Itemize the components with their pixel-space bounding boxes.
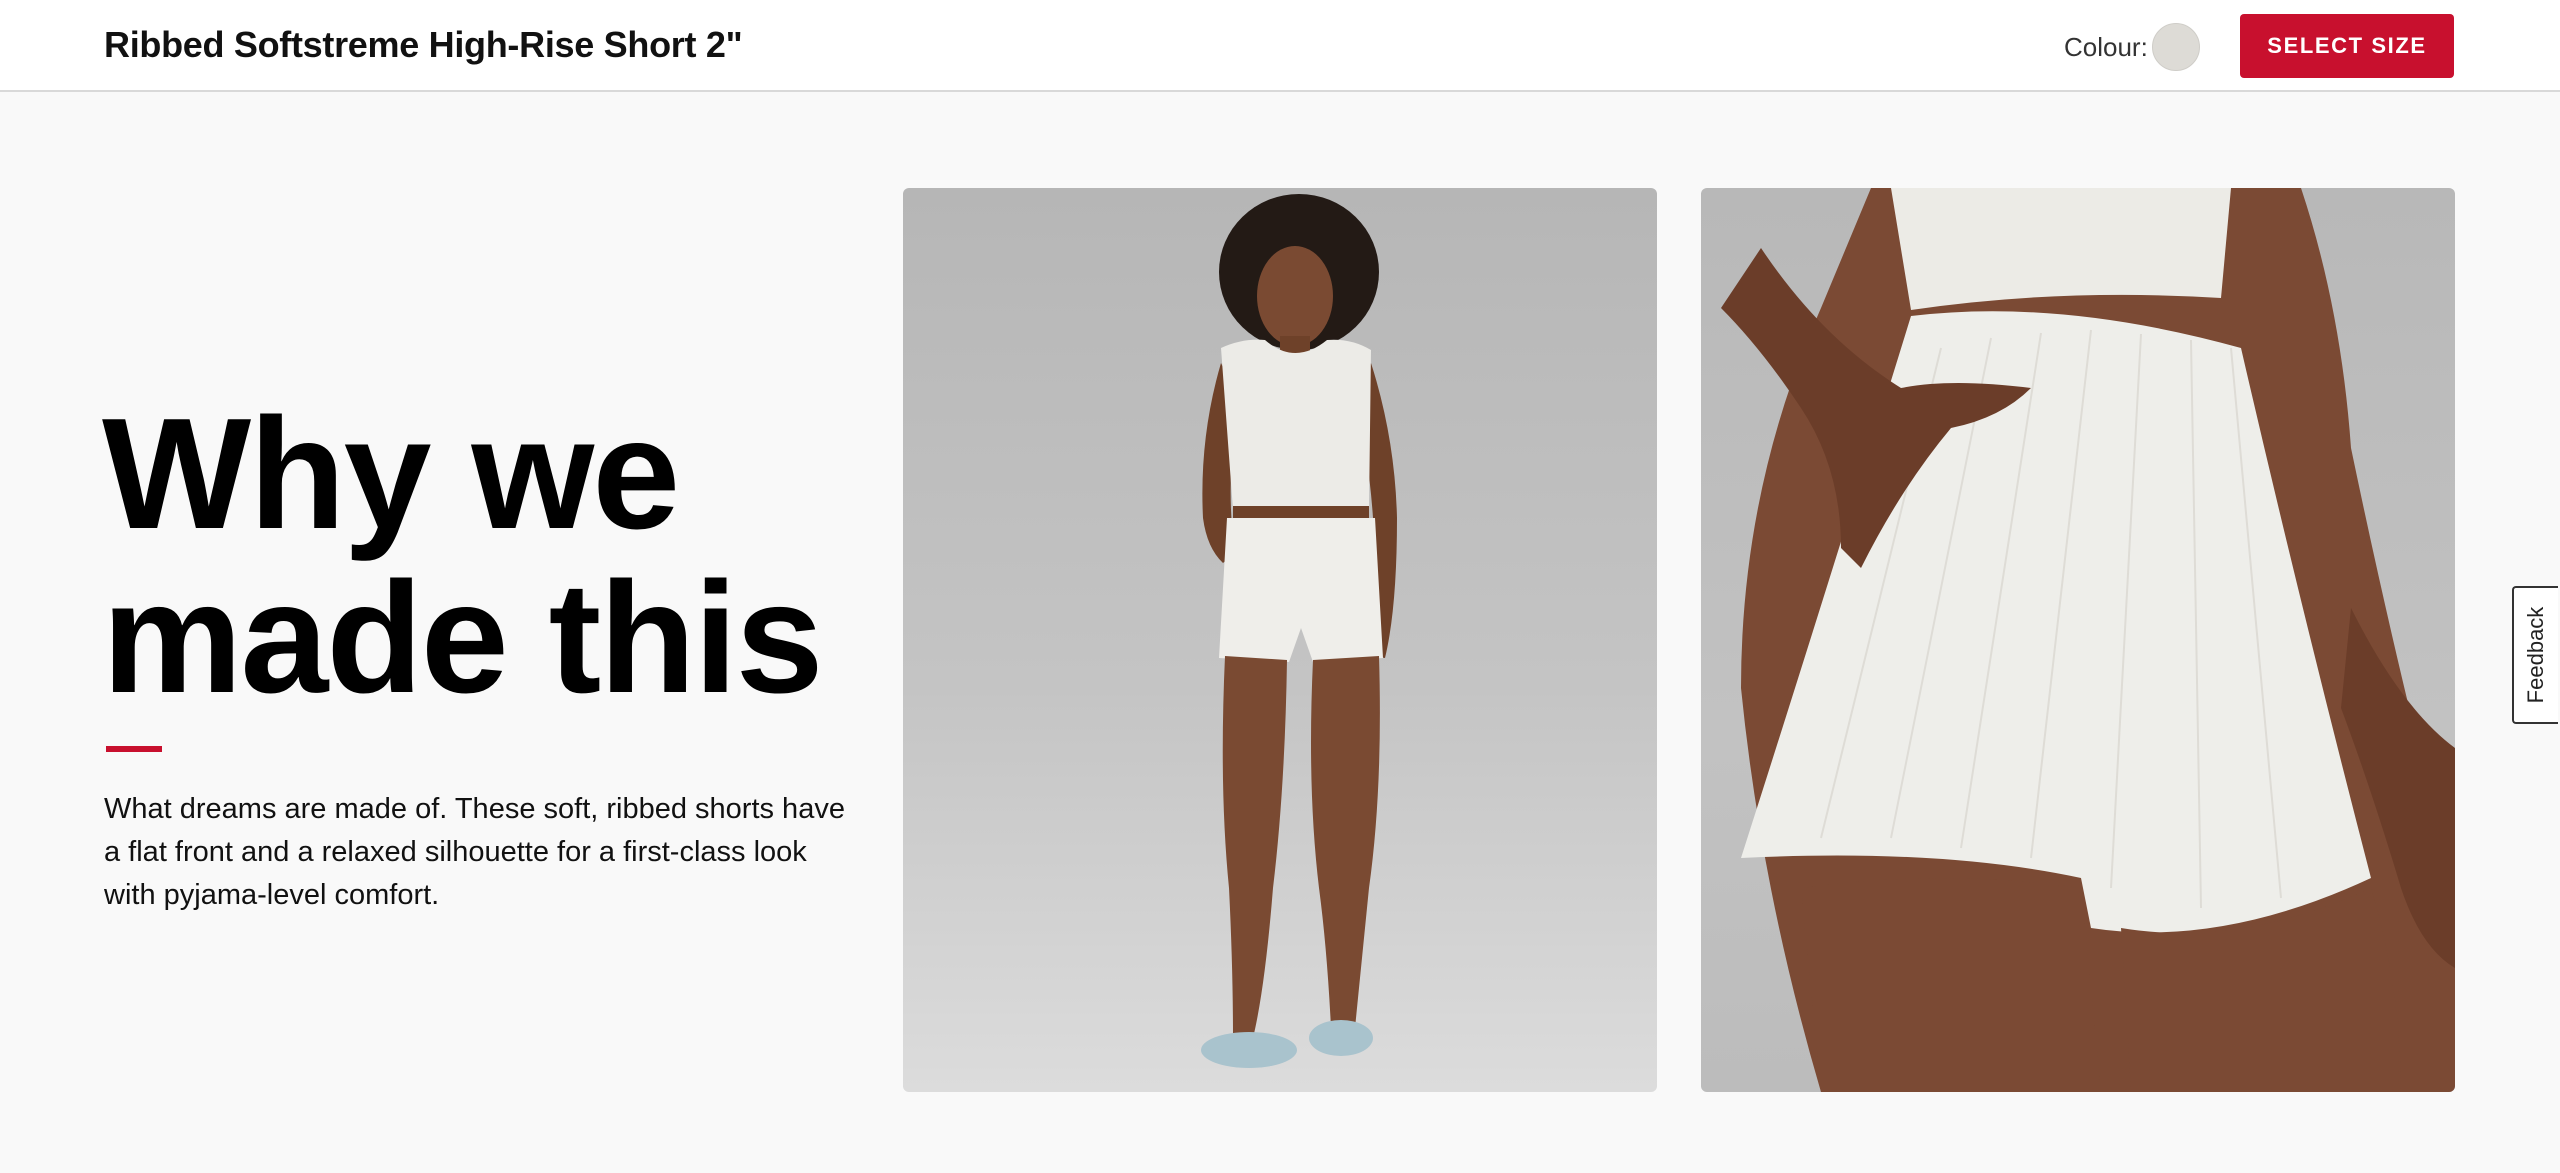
product-title: Ribbed Softstreme High-Rise Short 2" bbox=[104, 24, 743, 65]
closeup-illustration bbox=[1721, 188, 2455, 1092]
feedback-tab[interactable]: Feedback bbox=[2512, 586, 2558, 724]
model-illustration bbox=[1201, 194, 1397, 1068]
colour-swatch[interactable] bbox=[2151, 23, 2200, 71]
colour-selector: Colour: bbox=[2064, 23, 2200, 71]
feedback-label: Feedback bbox=[2523, 606, 2548, 704]
select-size-button[interactable]: SELECT SIZE bbox=[2240, 14, 2454, 78]
section-headline: Why we made this bbox=[102, 386, 824, 726]
accent-divider bbox=[106, 746, 162, 752]
sticky-product-header: Ribbed Softstreme High-Rise Short 2" Col… bbox=[0, 0, 2560, 92]
colour-label: Colour: bbox=[2064, 31, 2148, 62]
section-description: What dreams are made of. These soft, rib… bbox=[104, 793, 845, 911]
product-image-closeup bbox=[1701, 188, 2455, 1092]
product-image-model bbox=[903, 188, 1657, 1092]
